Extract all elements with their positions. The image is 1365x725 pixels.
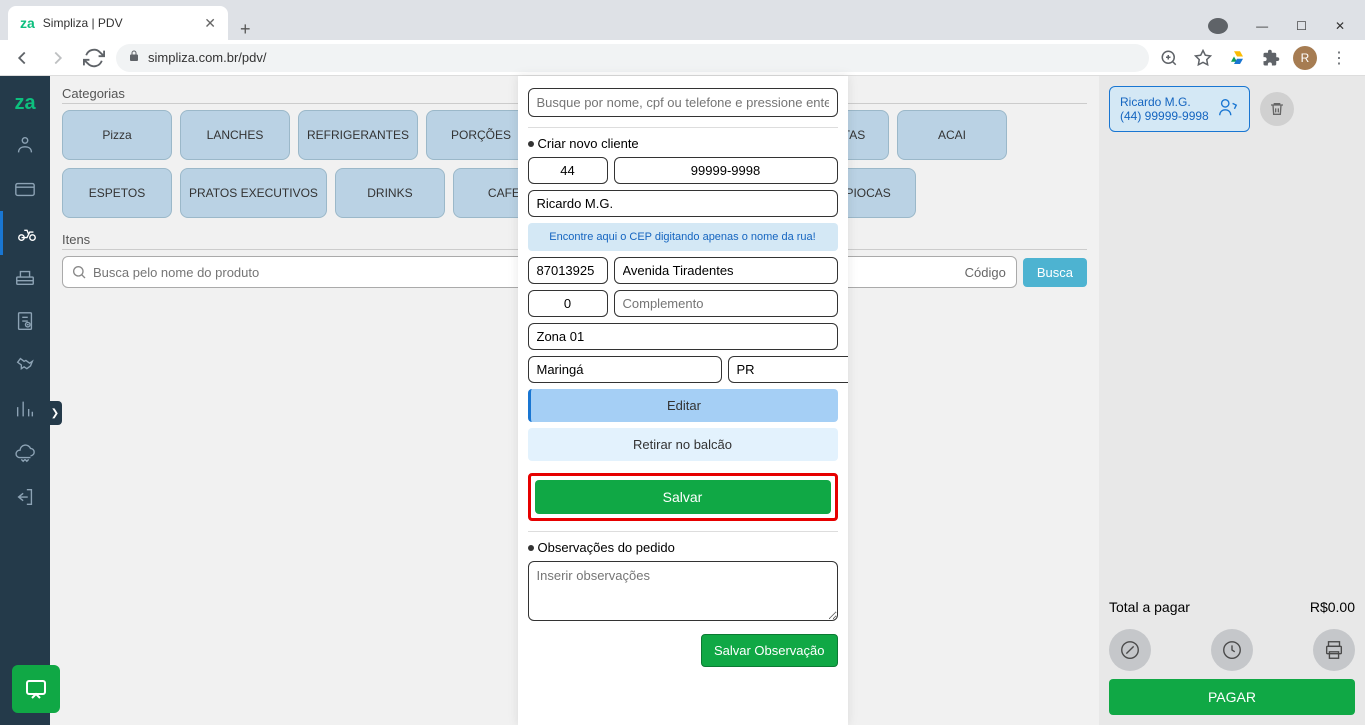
street-input[interactable] — [614, 257, 838, 284]
new-client-label: Criar novo cliente — [528, 136, 838, 151]
url-text: simpliza.com.br/pdv/ — [148, 50, 266, 65]
menu-icon[interactable]: ⋮ — [1327, 46, 1351, 70]
category-drinks[interactable]: DRINKS — [335, 168, 445, 218]
sidebar-item-register[interactable] — [0, 255, 50, 299]
print-button[interactable] — [1313, 629, 1355, 671]
sidebar-item-card[interactable] — [0, 167, 50, 211]
search-icon — [71, 264, 87, 280]
number-input[interactable] — [528, 290, 608, 317]
sidebar-item-logout[interactable] — [0, 475, 50, 519]
save-button[interactable]: Salvar — [535, 480, 831, 514]
category-espetos[interactable]: ESPETOS — [62, 168, 172, 218]
edit-button[interactable]: Editar — [528, 389, 838, 422]
sidebar: za ❯ — [0, 76, 50, 725]
browser-tab[interactable]: za Simpliza | PDV ✕ — [8, 6, 228, 40]
chat-widget[interactable] — [12, 665, 60, 713]
sidebar-item-receipt[interactable] — [0, 299, 50, 343]
category-lanches[interactable]: LANCHES — [180, 110, 290, 160]
expand-sidebar-button[interactable]: ❯ — [48, 401, 62, 425]
pay-button[interactable]: PAGAR — [1109, 679, 1355, 715]
category-pizza[interactable]: Pizza — [62, 110, 172, 160]
close-window-button[interactable]: ✕ — [1325, 13, 1355, 39]
window-controls: — ☐ ✕ — [1198, 12, 1365, 40]
total-label: Total a pagar — [1109, 599, 1190, 615]
remove-customer-button[interactable] — [1260, 92, 1294, 126]
code-label: Código — [965, 265, 1006, 280]
sidebar-item-cloud[interactable] — [0, 431, 50, 475]
complement-input[interactable] — [614, 290, 838, 317]
total-value: R$0.00 — [1310, 599, 1355, 615]
new-tab-button[interactable]: + — [228, 19, 263, 40]
profile-avatar[interactable]: R — [1293, 46, 1317, 70]
save-obs-button[interactable]: Salvar Observação — [701, 634, 838, 667]
favicon-icon: za — [20, 15, 35, 31]
app-logo-icon: za — [0, 84, 50, 123]
category-acai[interactable]: ACAI — [897, 110, 1007, 160]
minimize-button[interactable]: — — [1246, 13, 1278, 39]
save-highlight: Salvar — [528, 473, 838, 521]
obs-label: Observações do pedido — [528, 540, 838, 555]
maximize-button[interactable]: ☐ — [1286, 13, 1317, 39]
back-button[interactable] — [8, 44, 36, 72]
lock-icon — [128, 50, 140, 65]
category-pratos[interactable]: PRATOS EXECUTIVOS — [180, 168, 327, 218]
sidebar-item-reports[interactable] — [0, 387, 50, 431]
name-input[interactable] — [528, 190, 838, 217]
sidebar-item-delivery[interactable] — [0, 211, 50, 255]
pickup-button[interactable]: Retirar no balcão — [528, 428, 838, 461]
customer-icon — [1217, 96, 1239, 123]
cep-helper[interactable]: Encontre aqui o CEP digitando apenas o n… — [528, 223, 838, 251]
address-bar: simpliza.com.br/pdv/ R ⋮ — [0, 40, 1365, 76]
chat-icon — [24, 677, 48, 701]
customer-card[interactable]: Ricardo M.G. (44) 99999-9998 — [1109, 86, 1250, 132]
cep-input[interactable] — [528, 257, 608, 284]
incognito-icon — [1198, 12, 1238, 40]
sidebar-item-partners[interactable] — [0, 343, 50, 387]
zoom-icon[interactable] — [1157, 46, 1181, 70]
history-button[interactable] — [1211, 629, 1253, 671]
search-button[interactable]: Busca — [1023, 258, 1087, 287]
reload-button[interactable] — [80, 44, 108, 72]
category-refrigerantes[interactable]: REFRIGERANTES — [298, 110, 418, 160]
extensions-icon[interactable] — [1259, 46, 1283, 70]
url-input[interactable]: simpliza.com.br/pdv/ — [116, 44, 1149, 72]
phone-input[interactable] — [614, 157, 838, 184]
drive-icon[interactable] — [1225, 46, 1249, 70]
customer-phone: (44) 99999-9998 — [1120, 109, 1209, 123]
close-tab-icon[interactable]: ✕ — [204, 15, 216, 32]
client-modal: Criar novo cliente Encontre aqui o CEP d… — [518, 76, 848, 725]
tab-title: Simpliza | PDV — [43, 16, 196, 30]
star-icon[interactable] — [1191, 46, 1215, 70]
city-input[interactable] — [528, 356, 722, 383]
order-panel: Ricardo M.G. (44) 99999-9998 Total a pag… — [1099, 76, 1365, 725]
ddd-input[interactable] — [528, 157, 608, 184]
forward-button[interactable] — [44, 44, 72, 72]
uf-input[interactable] — [728, 356, 848, 383]
browser-tab-bar: za Simpliza | PDV ✕ + — ☐ ✕ — [0, 0, 1365, 40]
obs-textarea[interactable] — [528, 561, 838, 621]
neighborhood-input[interactable] — [528, 323, 838, 350]
sidebar-item-pos[interactable] — [0, 123, 50, 167]
search-client-input[interactable] — [528, 88, 838, 117]
customer-name: Ricardo M.G. — [1120, 95, 1209, 109]
discount-button[interactable] — [1109, 629, 1151, 671]
trash-icon — [1269, 101, 1285, 117]
